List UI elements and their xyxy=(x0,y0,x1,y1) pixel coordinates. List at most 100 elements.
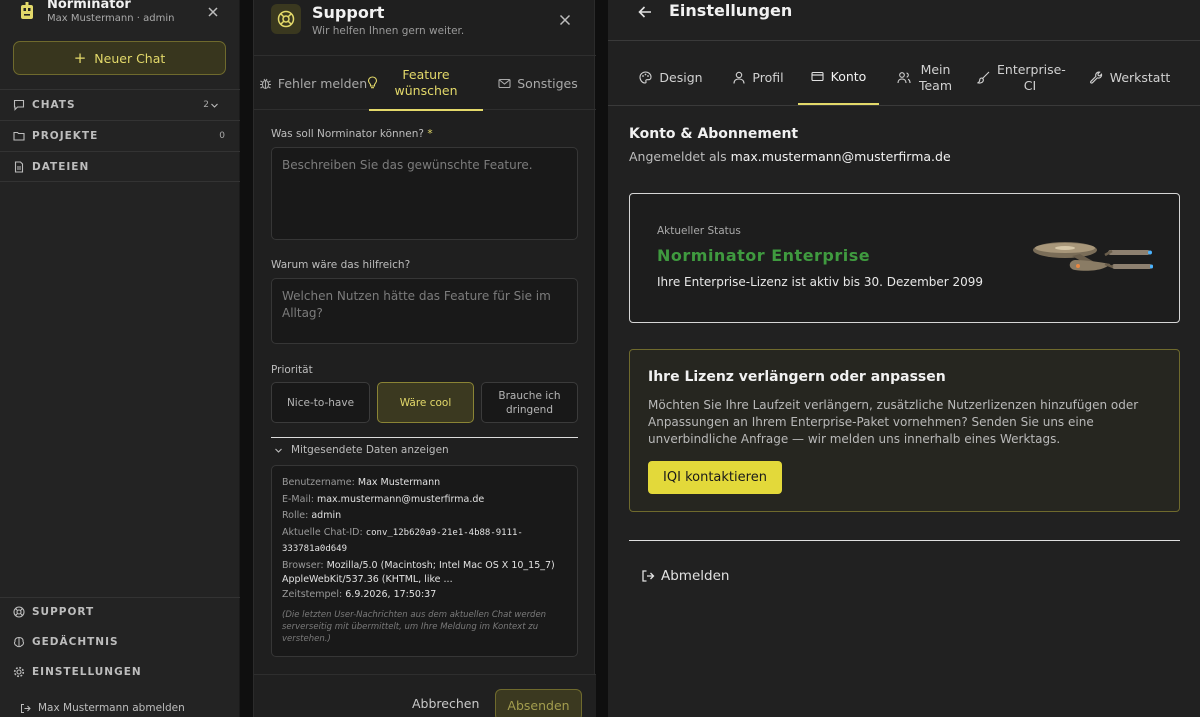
sidebar-item-memory[interactable]: GEDÄCHTNIS xyxy=(0,627,240,657)
contact-iqi-label: IQI kontaktieren xyxy=(663,470,767,485)
status-card: Aktueller Status Norminator Enterprise I… xyxy=(629,193,1180,323)
sidebar: Norminator Max Mustermann · admin + Neue… xyxy=(0,0,240,717)
tab-enterprise-ci-label: Enterprise-CI xyxy=(997,61,1066,93)
feature-what-label-text: Was soll Norminator können? xyxy=(271,128,424,140)
plus-icon: + xyxy=(73,49,87,67)
license-extend-text: Möchten Sie Ihre Laufzeit verlängern, zu… xyxy=(648,398,1139,446)
priority-option-label: Brauche ich dringend xyxy=(498,389,561,416)
support-label: SUPPORT xyxy=(32,606,95,618)
arrow-left-icon[interactable] xyxy=(637,4,653,20)
detail-value: admin xyxy=(311,510,342,521)
tab-design-label: Design xyxy=(659,69,703,85)
app-name: Norminator xyxy=(47,0,131,12)
logged-in-as: Angemeldet als max.mustermann@musterfirm… xyxy=(629,149,951,164)
logout-button[interactable]: Abmelden xyxy=(641,568,729,584)
folder-icon xyxy=(13,131,25,141)
detail-timestamp: Zeitstempel: 6.9.2026, 17:50:37 xyxy=(282,587,567,604)
support-icon-badge xyxy=(271,4,301,34)
robot-logo-icon xyxy=(21,2,33,19)
logout-icon xyxy=(642,570,655,582)
sidebar-header: Norminator Max Mustermann · admin xyxy=(0,0,240,32)
sidebar-item-settings[interactable]: EINSTELLUNGEN xyxy=(0,657,240,687)
detail-username: Benutzername: Max Mustermann xyxy=(282,475,567,492)
detail-browser: Browser: Mozilla/5.0 (Macintosh; Intel M… xyxy=(282,559,567,587)
brain-icon xyxy=(14,636,24,648)
tab-profile-label: Profil xyxy=(752,69,784,85)
feature-what-textarea[interactable]: Beschreiben Sie das gewünschte Feature. xyxy=(271,147,578,240)
required-marker: * xyxy=(427,128,433,140)
chevron-down-icon xyxy=(275,448,282,453)
tab-workshop[interactable]: Werkstatt xyxy=(1080,50,1180,105)
send-button[interactable]: Absenden xyxy=(495,689,582,717)
show-sent-data-label: Mitgesendete Daten anzeigen xyxy=(291,444,449,456)
tab-team[interactable]: Mein Team xyxy=(887,50,963,105)
new-chat-button[interactable]: + Neuer Chat xyxy=(13,41,226,75)
section-label-files: DATEIEN xyxy=(32,160,90,173)
detail-key: Zeitstempel: xyxy=(282,588,343,600)
header-divider xyxy=(608,40,1200,41)
brush-icon xyxy=(977,71,990,84)
close-icon[interactable] xyxy=(558,13,572,27)
tab-design[interactable]: Design xyxy=(631,50,711,105)
detail-value: Max Mustermann xyxy=(357,477,441,488)
chats-count: 2 xyxy=(203,100,209,110)
detail-key: Benutzername: xyxy=(282,477,355,488)
support-panel: Support Wir helfen Ihnen gern weiter. Fe… xyxy=(253,0,596,717)
detail-value: max.mustermann@musterfirma.de xyxy=(316,493,485,505)
sidebar-section-chats[interactable]: CHATS 2 xyxy=(0,89,240,120)
tab-account-label: Konto xyxy=(830,68,867,84)
credit-card-icon xyxy=(811,71,824,82)
logged-in-prefix: Angemeldet als xyxy=(629,149,731,164)
sidebar-section-files[interactable]: DATEIEN xyxy=(0,151,240,182)
sidebar-logout-link[interactable]: Max Mustermann abmelden xyxy=(20,702,185,714)
priority-ware-cool[interactable]: Wäre cool xyxy=(377,382,474,423)
close-sidebar-icon[interactable] xyxy=(206,5,220,19)
detail-note: (Die letzten User-Nachrichten aus dem ak… xyxy=(282,610,547,644)
tab-profile[interactable]: Profil xyxy=(721,50,796,105)
support-footer: Abbrechen Absenden xyxy=(254,674,596,717)
support-title: Support xyxy=(312,3,385,22)
chevron-down-icon[interactable] xyxy=(210,101,219,110)
settings-panel: Einstellungen Design Profil Konto Mein T… xyxy=(608,0,1200,717)
bug-icon xyxy=(259,78,271,90)
lifebuoy-icon xyxy=(277,10,295,28)
tab-bug-report[interactable]: Fehler melden xyxy=(258,56,368,111)
tabs-divider xyxy=(608,105,1200,106)
logged-in-email: max.mustermann@musterfirma.de xyxy=(730,149,951,164)
chat-bubble-icon xyxy=(13,99,25,111)
feature-why-textarea[interactable]: Welchen Nutzen hätte das Feature für Sie… xyxy=(271,278,578,344)
cancel-button[interactable]: Abbrechen xyxy=(412,696,479,711)
tab-feature-request[interactable]: Feature wünschen xyxy=(367,56,483,111)
license-extend-card: Ihre Lizenz verlängern oder anpassen Möc… xyxy=(629,349,1180,512)
tab-bug-report-label: Fehler melden xyxy=(277,76,368,91)
sidebar-item-support[interactable]: SUPPORT xyxy=(0,597,240,627)
tab-account[interactable]: Konto xyxy=(798,50,879,105)
tab-enterprise-ci[interactable]: Enterprise-CI xyxy=(970,50,1070,105)
feature-what-label: Was soll Norminator können? * xyxy=(271,128,433,140)
memory-label: GEDÄCHTNIS xyxy=(32,636,119,648)
plan-name: Norminator Enterprise xyxy=(657,246,871,265)
support-tabs: Fehler melden Feature wünschen Sonstiges xyxy=(254,55,596,111)
detail-role: Rolle: admin xyxy=(282,508,567,525)
new-chat-label: Neuer Chat xyxy=(94,50,166,66)
license-extend-heading: Ihre Lizenz verlängern oder anpassen xyxy=(648,369,946,385)
priority-urgent[interactable]: Brauche ich dringend xyxy=(481,382,578,423)
tab-other[interactable]: Sonstiges xyxy=(490,56,586,111)
feature-why-label: Warum wäre das hilfreich? xyxy=(271,259,411,271)
show-sent-data-toggle[interactable]: Mitgesendete Daten anzeigen xyxy=(274,444,449,456)
detail-key: Rolle: xyxy=(282,510,309,521)
detail-key: E-Mail: xyxy=(282,493,314,505)
starship-image-icon xyxy=(1033,242,1153,271)
wrench-icon xyxy=(1089,71,1102,84)
sent-data-box: Benutzername: Max Mustermann E-Mail: max… xyxy=(271,465,578,657)
logout-label: Max Mustermann abmelden xyxy=(38,702,185,714)
projects-count: 0 xyxy=(219,131,225,141)
priority-nice-to-have[interactable]: Nice-to-have xyxy=(271,382,370,423)
contact-iqi-button[interactable]: IQI kontaktieren xyxy=(648,461,782,494)
detail-value: 6.9.2026, 17:50:37 xyxy=(345,588,437,600)
user-icon xyxy=(733,71,745,84)
sidebar-section-projects[interactable]: PROJEKTE 0 xyxy=(0,120,240,151)
feature-why-placeholder: Welchen Nutzen hätte das Feature für Sie… xyxy=(282,289,551,320)
logout-icon xyxy=(21,703,31,713)
status-label: Aktueller Status xyxy=(657,225,741,237)
